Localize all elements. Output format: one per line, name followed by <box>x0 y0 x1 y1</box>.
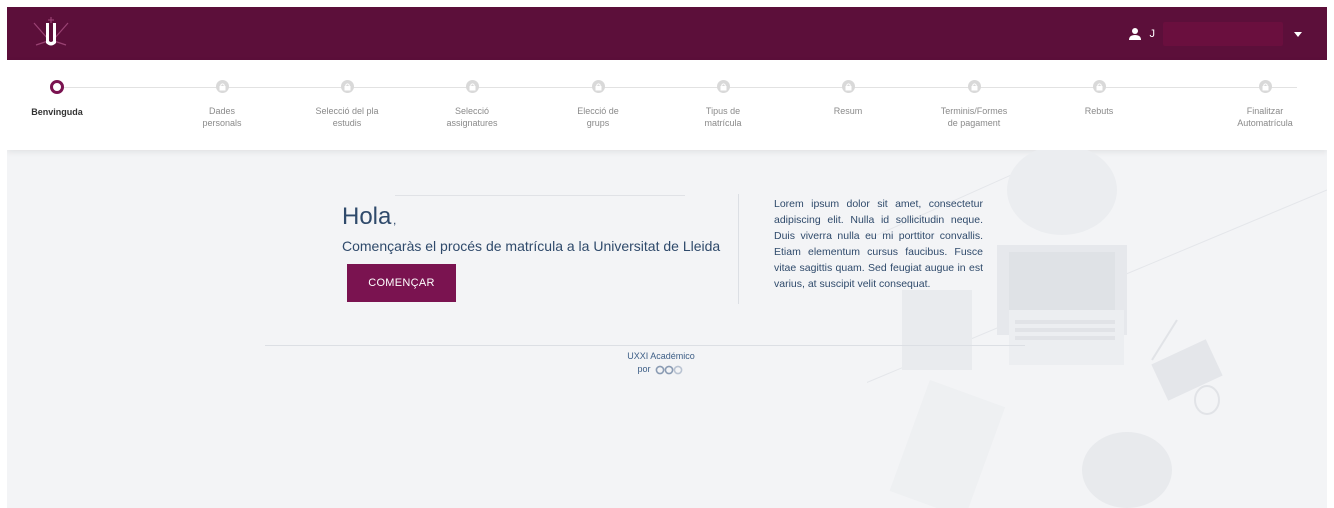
step-label: Dades personals <box>202 106 242 128</box>
vertical-divider <box>738 194 739 304</box>
lock-icon <box>465 80 479 93</box>
step-resum[interactable]: Resum <box>788 76 908 117</box>
step-seleccio-pla-estudis[interactable]: Selecció del pla estudis <box>287 76 407 129</box>
step-finalitzar[interactable]: Finalitzar Automatrícula <box>1205 76 1325 129</box>
lock-icon <box>967 80 981 93</box>
footer: UXXI Académico por <box>611 350 711 376</box>
greeting-suffix: , <box>393 213 397 227</box>
start-button[interactable]: COMENÇAR <box>347 264 456 302</box>
info-text: Lorem ipsum dolor sit amet, consectetur … <box>774 198 983 290</box>
step-benvinguda[interactable]: Benvinguda <box>7 76 117 118</box>
step-label: Elecció de grups <box>577 106 619 128</box>
step-seleccio-assignatures[interactable]: Selecció assignatures <box>412 76 532 129</box>
step-terminis-pagament[interactable]: Terminis/Formes de pagament <box>914 76 1034 129</box>
university-logo[interactable] <box>28 15 74 53</box>
lock-icon <box>716 80 730 93</box>
user-name: J <box>1149 28 1156 40</box>
step-label: Terminis/Formes de pagament <box>940 106 1008 128</box>
welcome-subtitle: Començaràs el procés de matrícula a la U… <box>342 238 721 254</box>
lock-icon <box>841 80 855 93</box>
step-tipus-matricula[interactable]: Tipus de matrícula <box>663 76 783 129</box>
footer-brand-name: UXXI Académico <box>627 351 695 361</box>
user-icon <box>1128 28 1141 40</box>
progress-stepper: Benvinguda Dades personals Selecció del … <box>7 60 1327 150</box>
footer-por-row: por <box>611 363 711 376</box>
chevron-down-icon[interactable] <box>1291 27 1305 41</box>
greeting-title: Hola <box>342 203 392 230</box>
step-label: Benvinguda <box>31 107 83 117</box>
step-label: Tipus de matrícula <box>704 106 742 128</box>
decorative-line <box>395 195 685 196</box>
step-dades-personals[interactable]: Dades personals <box>162 76 282 129</box>
top-bar: J <box>7 7 1327 60</box>
user-name-redacted <box>1163 22 1283 46</box>
lock-icon <box>591 80 605 93</box>
step-label: Resum <box>833 106 863 116</box>
step-label: Selecció del pla estudis <box>315 106 379 128</box>
step-eleccio-grups[interactable]: Elecció de grups <box>538 76 658 129</box>
footer-por-text: por <box>637 364 651 374</box>
step-rebuts[interactable]: Rebuts <box>1039 76 1159 117</box>
step-current-icon <box>50 80 64 94</box>
step-label: Selecció assignatures <box>446 106 498 128</box>
lock-icon <box>340 80 354 93</box>
lock-icon <box>215 80 229 93</box>
user-menu[interactable]: J <box>1128 19 1306 49</box>
vendor-logo-icon <box>655 365 682 374</box>
step-label: Finalitzar Automatrícula <box>1237 106 1293 128</box>
lock-icon <box>1092 80 1106 93</box>
step-label: Rebuts <box>1084 106 1114 116</box>
lock-icon <box>1258 80 1272 93</box>
page-frame: J Benvinguda Dades personals Selecció de… <box>7 7 1327 508</box>
horizontal-divider <box>265 345 1025 346</box>
